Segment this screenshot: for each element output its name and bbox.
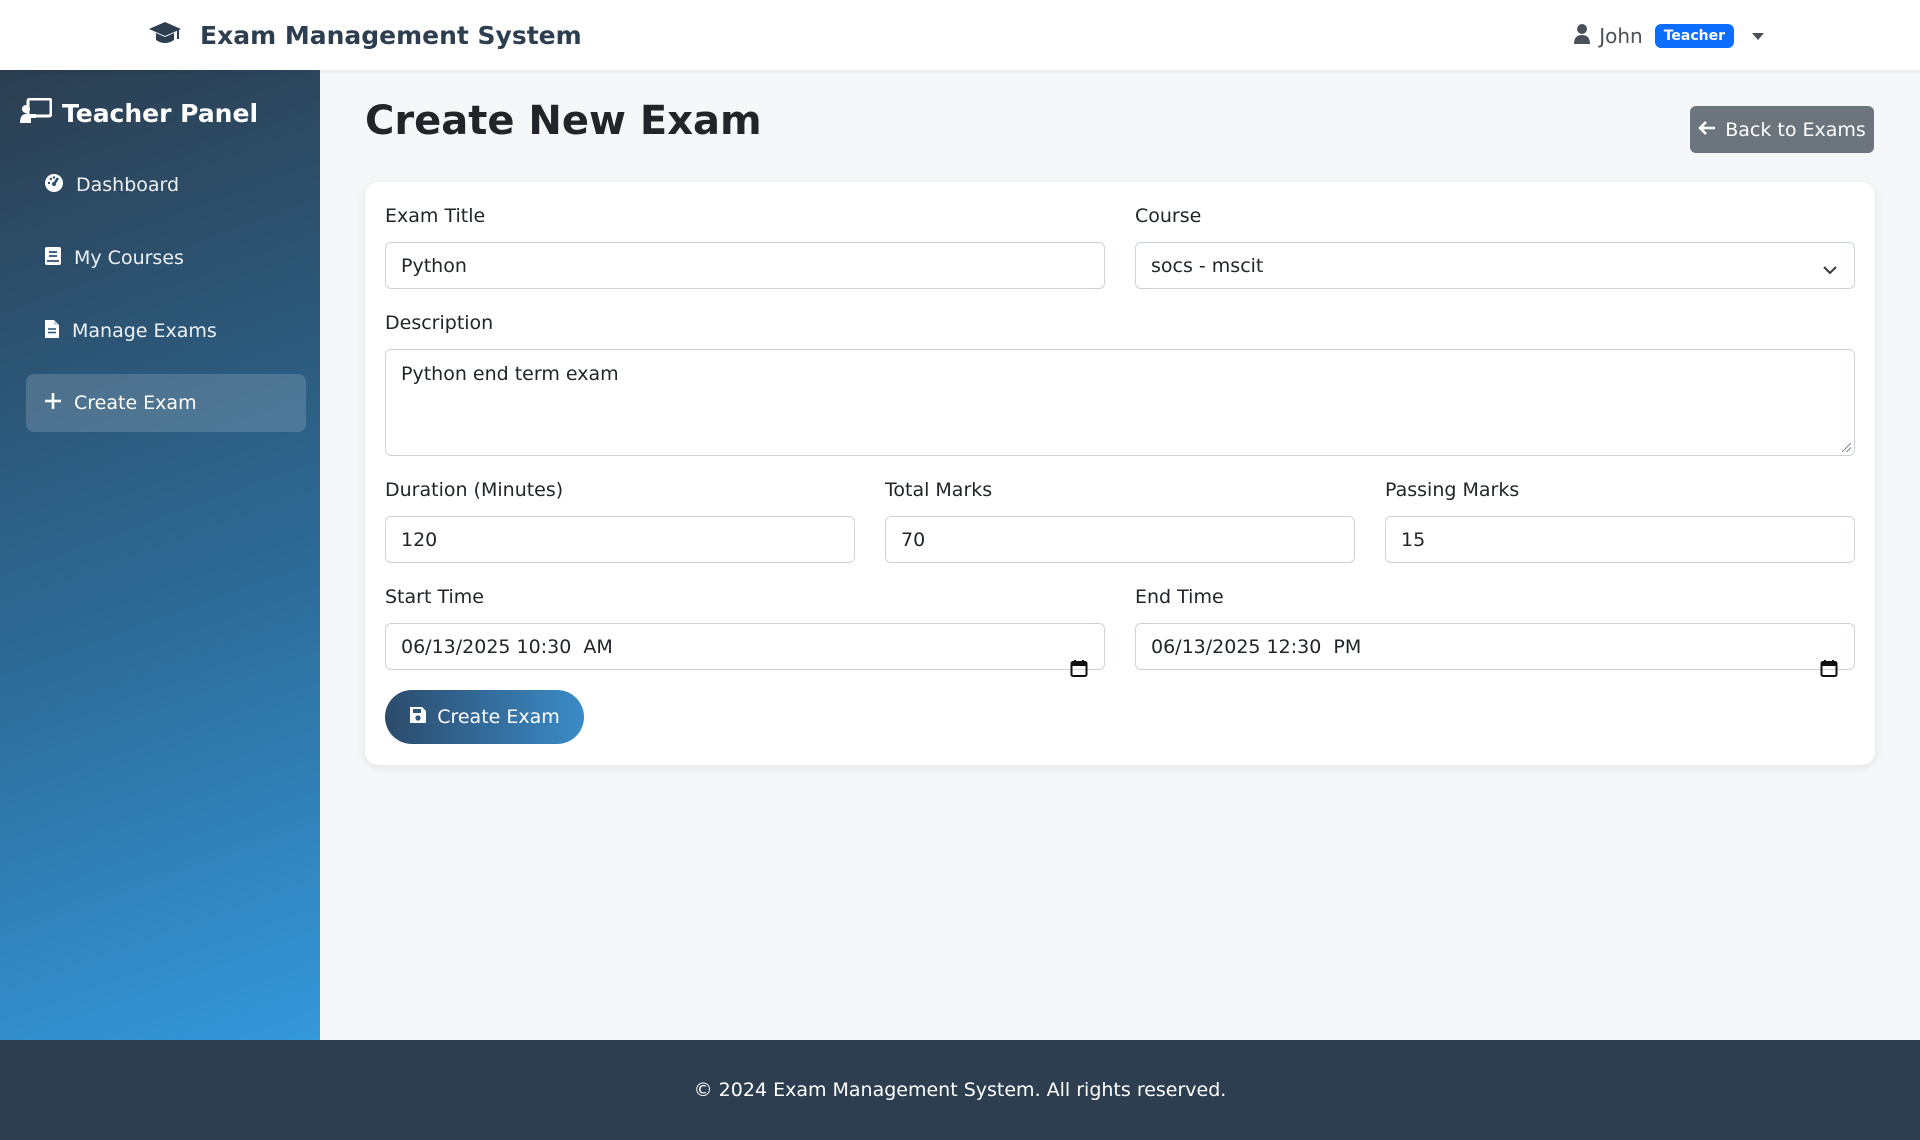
arrow-left-icon	[1698, 119, 1716, 141]
sidebar-item-label: Manage Exams	[72, 320, 217, 342]
passing-marks-label: Passing Marks	[1385, 479, 1520, 501]
start-time-input[interactable]: 06/13/2025 10:30 AM	[385, 623, 1105, 677]
sidebar-item-create-exam[interactable]: Create Exam	[26, 374, 306, 432]
back-button-label: Back to Exams	[1725, 118, 1866, 141]
brand-title: Exam Management System	[200, 20, 582, 50]
resize-handle[interactable]	[1842, 443, 1851, 452]
top-navbar: Exam Management System John Teacher	[0, 0, 1920, 70]
page-title: Create New Exam	[365, 98, 762, 144]
create-exam-form: Exam Title Python Course socs - mscit De…	[365, 182, 1875, 765]
course-label: Course	[1135, 205, 1202, 227]
sidebar-title: Teacher Panel	[62, 98, 259, 128]
caret-down-icon	[1752, 32, 1764, 40]
save-icon	[409, 706, 427, 729]
plus-icon	[44, 392, 62, 415]
end-time-input[interactable]: 06/13/2025 12:30 PM	[1135, 623, 1855, 677]
back-to-exams-button[interactable]: Back to Exams	[1690, 106, 1874, 153]
passing-marks-input[interactable]: 15	[1385, 516, 1855, 563]
duration-label: Duration (Minutes)	[385, 479, 564, 501]
exam-title-input[interactable]: Python	[385, 242, 1105, 289]
description-label: Description	[385, 312, 494, 334]
course-select-value: socs - mscit	[1151, 254, 1264, 277]
brand[interactable]: Exam Management System	[148, 0, 582, 70]
submit-label: Create Exam	[437, 706, 560, 728]
end-time-value: 06/13/2025 12:30 PM	[1151, 635, 1362, 658]
end-time-label: End Time	[1135, 586, 1224, 608]
chevron-down-icon	[1822, 259, 1838, 281]
calendar-icon[interactable]	[1784, 637, 1838, 704]
sidebar-item-manage-exams[interactable]: Manage Exams	[26, 302, 306, 360]
footer-text: © 2024 Exam Management System. All right…	[693, 1079, 1227, 1101]
sidebar-header: Teacher Panel	[20, 90, 258, 136]
duration-input[interactable]: 120	[385, 516, 855, 563]
book-icon	[44, 246, 62, 271]
sidebar-item-label: My Courses	[74, 247, 184, 269]
chalkboard-teacher-icon	[20, 97, 53, 128]
sidebar-item-label: Dashboard	[76, 174, 180, 196]
tachometer-icon	[44, 173, 64, 198]
sidebar: Teacher Panel Dashboard My Courses Manag…	[0, 70, 320, 1040]
sidebar-item-dashboard[interactable]: Dashboard	[26, 156, 306, 214]
create-exam-submit-button[interactable]: Create Exam	[385, 690, 584, 744]
description-textarea[interactable]: Python end term exam	[385, 349, 1855, 456]
user-name: John	[1599, 24, 1643, 48]
footer: © 2024 Exam Management System. All right…	[0, 1040, 1920, 1140]
user-icon	[1573, 23, 1591, 49]
total-marks-label: Total Marks	[885, 479, 993, 501]
description-value: Python end term exam	[401, 363, 619, 385]
graduation-cap-icon	[148, 20, 182, 50]
file-icon	[44, 319, 60, 344]
role-badge: Teacher	[1654, 24, 1734, 48]
sidebar-item-my-courses[interactable]: My Courses	[26, 229, 306, 287]
course-select[interactable]: socs - mscit	[1135, 242, 1855, 289]
sidebar-item-label: Create Exam	[74, 392, 197, 414]
user-menu-dropdown[interactable]: John Teacher	[1573, 0, 1764, 72]
exam-title-label: Exam Title	[385, 205, 486, 227]
start-time-value: 06/13/2025 10:30 AM	[401, 635, 613, 658]
total-marks-input[interactable]: 70	[885, 516, 1355, 563]
start-time-label: Start Time	[385, 586, 484, 608]
calendar-icon[interactable]	[1034, 637, 1088, 704]
